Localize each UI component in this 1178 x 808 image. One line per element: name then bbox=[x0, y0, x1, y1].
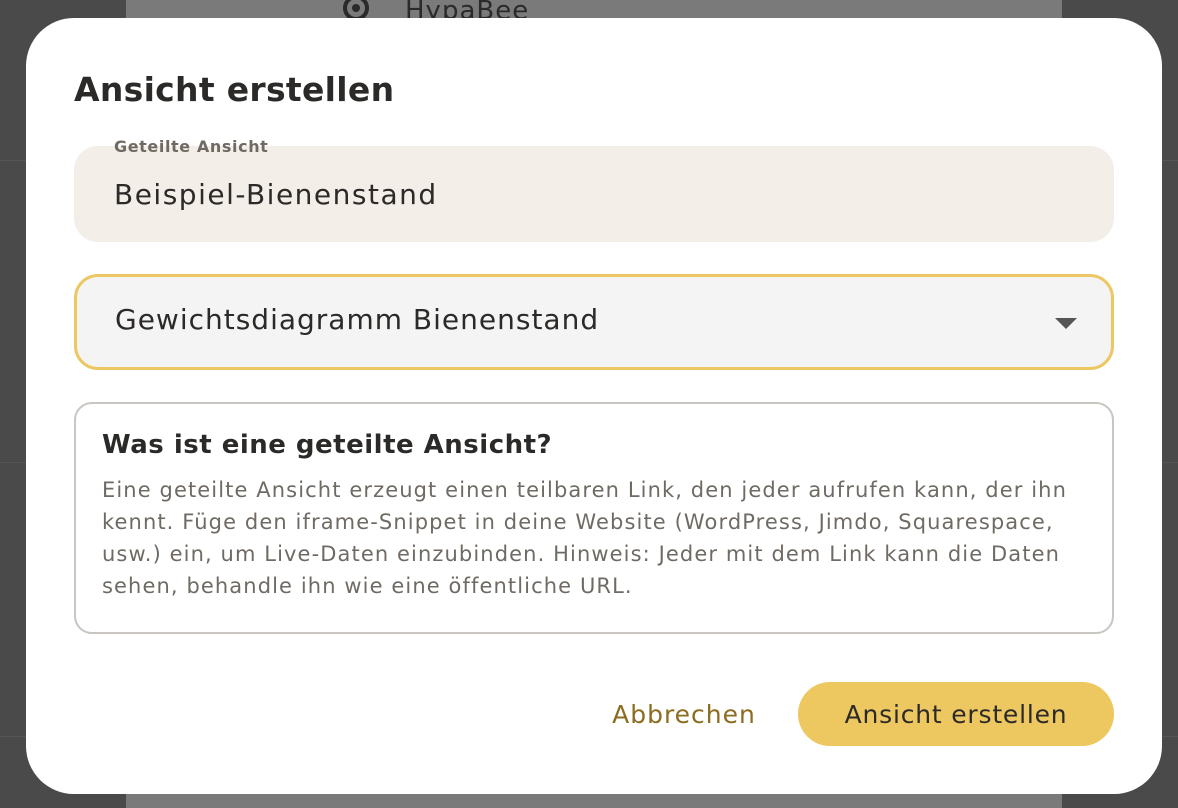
dashboard-select-value: Gewichtsdiagramm Bienenstand bbox=[115, 303, 600, 336]
chevron-down-icon[interactable] bbox=[1055, 318, 1077, 329]
info-text: Eine geteilte Ansicht erzeugt einen teil… bbox=[102, 478, 1067, 598]
create-view-button[interactable]: Ansicht erstellen bbox=[798, 682, 1114, 746]
info-title: Was ist eine geteilte Ansicht? bbox=[102, 430, 553, 460]
shared-view-name-input[interactable] bbox=[114, 172, 1074, 216]
info-box: Was ist eine geteilte Ansicht? Eine gete… bbox=[74, 402, 1114, 634]
shared-view-name-field[interactable]: Geteilte Ansicht bbox=[74, 137, 1114, 242]
shared-view-name-label: Geteilte Ansicht bbox=[114, 137, 269, 156]
cancel-button[interactable]: Abbrechen bbox=[594, 682, 774, 746]
dialog-title: Ansicht erstellen bbox=[74, 70, 395, 109]
create-view-dialog: Ansicht erstellen Geteilte Ansicht Gewic… bbox=[26, 18, 1162, 794]
dashboard-select[interactable]: Gewichtsdiagramm Bienenstand bbox=[74, 274, 1114, 370]
